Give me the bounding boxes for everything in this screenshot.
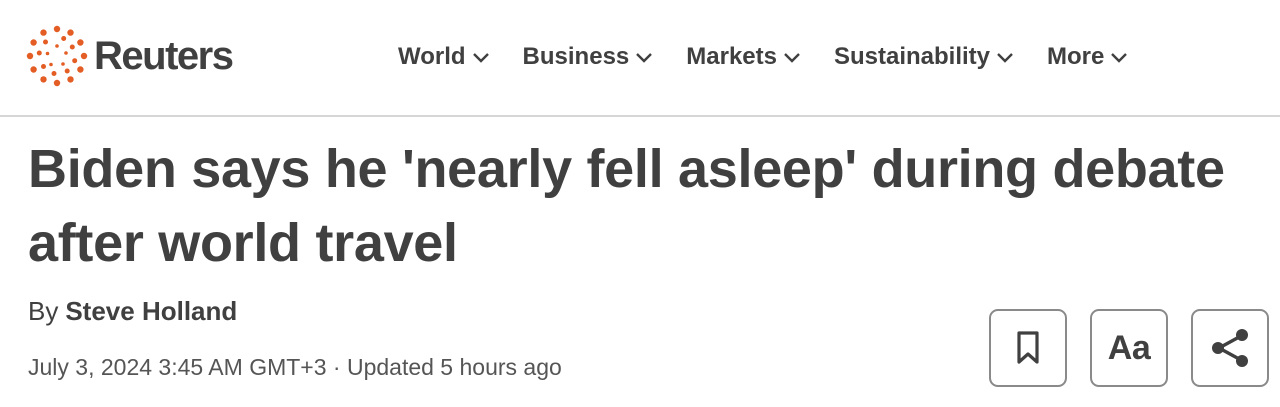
bookmark-icon — [1017, 331, 1039, 364]
site-header: Reuters World Business Markets Sustainab… — [0, 0, 1280, 117]
chevron-down-icon — [472, 53, 489, 63]
nav-item-label: World — [398, 43, 466, 70]
nav-item-sustainability[interactable]: Sustainability — [834, 43, 1014, 71]
byline-prefix: By — [28, 296, 59, 326]
nav-item-label: Markets — [686, 43, 777, 70]
font-size-icon: Aa — [1107, 328, 1151, 367]
nav-item-world[interactable]: World — [398, 43, 490, 71]
nav-item-markets[interactable]: Markets — [686, 43, 801, 71]
nav-item-more[interactable]: More — [1047, 43, 1128, 71]
byline: By Steve Holland — [28, 296, 237, 327]
logo-wordmark: Reuters — [94, 34, 234, 78]
share-button[interactable] — [1191, 309, 1269, 387]
reuters-logo-icon — [26, 25, 88, 87]
nav-item-label: More — [1047, 43, 1105, 70]
chevron-down-icon — [1111, 53, 1128, 63]
main-nav: World Business Markets Sustainability Mo… — [398, 40, 1128, 74]
bookmark-button[interactable] — [989, 309, 1067, 387]
headline-line-1: Biden says he 'nearly fell asleep' durin… — [28, 139, 1225, 199]
article-date: July 3, 2024 3:45 AM GMT+3 · Updated 5 h… — [28, 354, 562, 380]
article-actions: Aa — [989, 309, 1269, 387]
nav-item-business[interactable]: Business — [523, 43, 654, 71]
reuters-logo[interactable]: Reuters — [26, 25, 234, 87]
chevron-down-icon — [997, 53, 1013, 63]
nav-item-label: Business — [522, 43, 630, 70]
author-link[interactable]: Steve Holland — [65, 296, 237, 327]
share-icon — [1212, 329, 1248, 367]
article-headline: Biden says he 'nearly fell asleep' durin… — [28, 132, 1258, 280]
headline-line-2: after world travel — [28, 213, 458, 273]
font-size-button[interactable]: Aa — [1090, 309, 1168, 387]
chevron-down-icon — [784, 53, 800, 63]
nav-item-label: Sustainability — [833, 43, 991, 70]
chevron-down-icon — [636, 53, 653, 63]
